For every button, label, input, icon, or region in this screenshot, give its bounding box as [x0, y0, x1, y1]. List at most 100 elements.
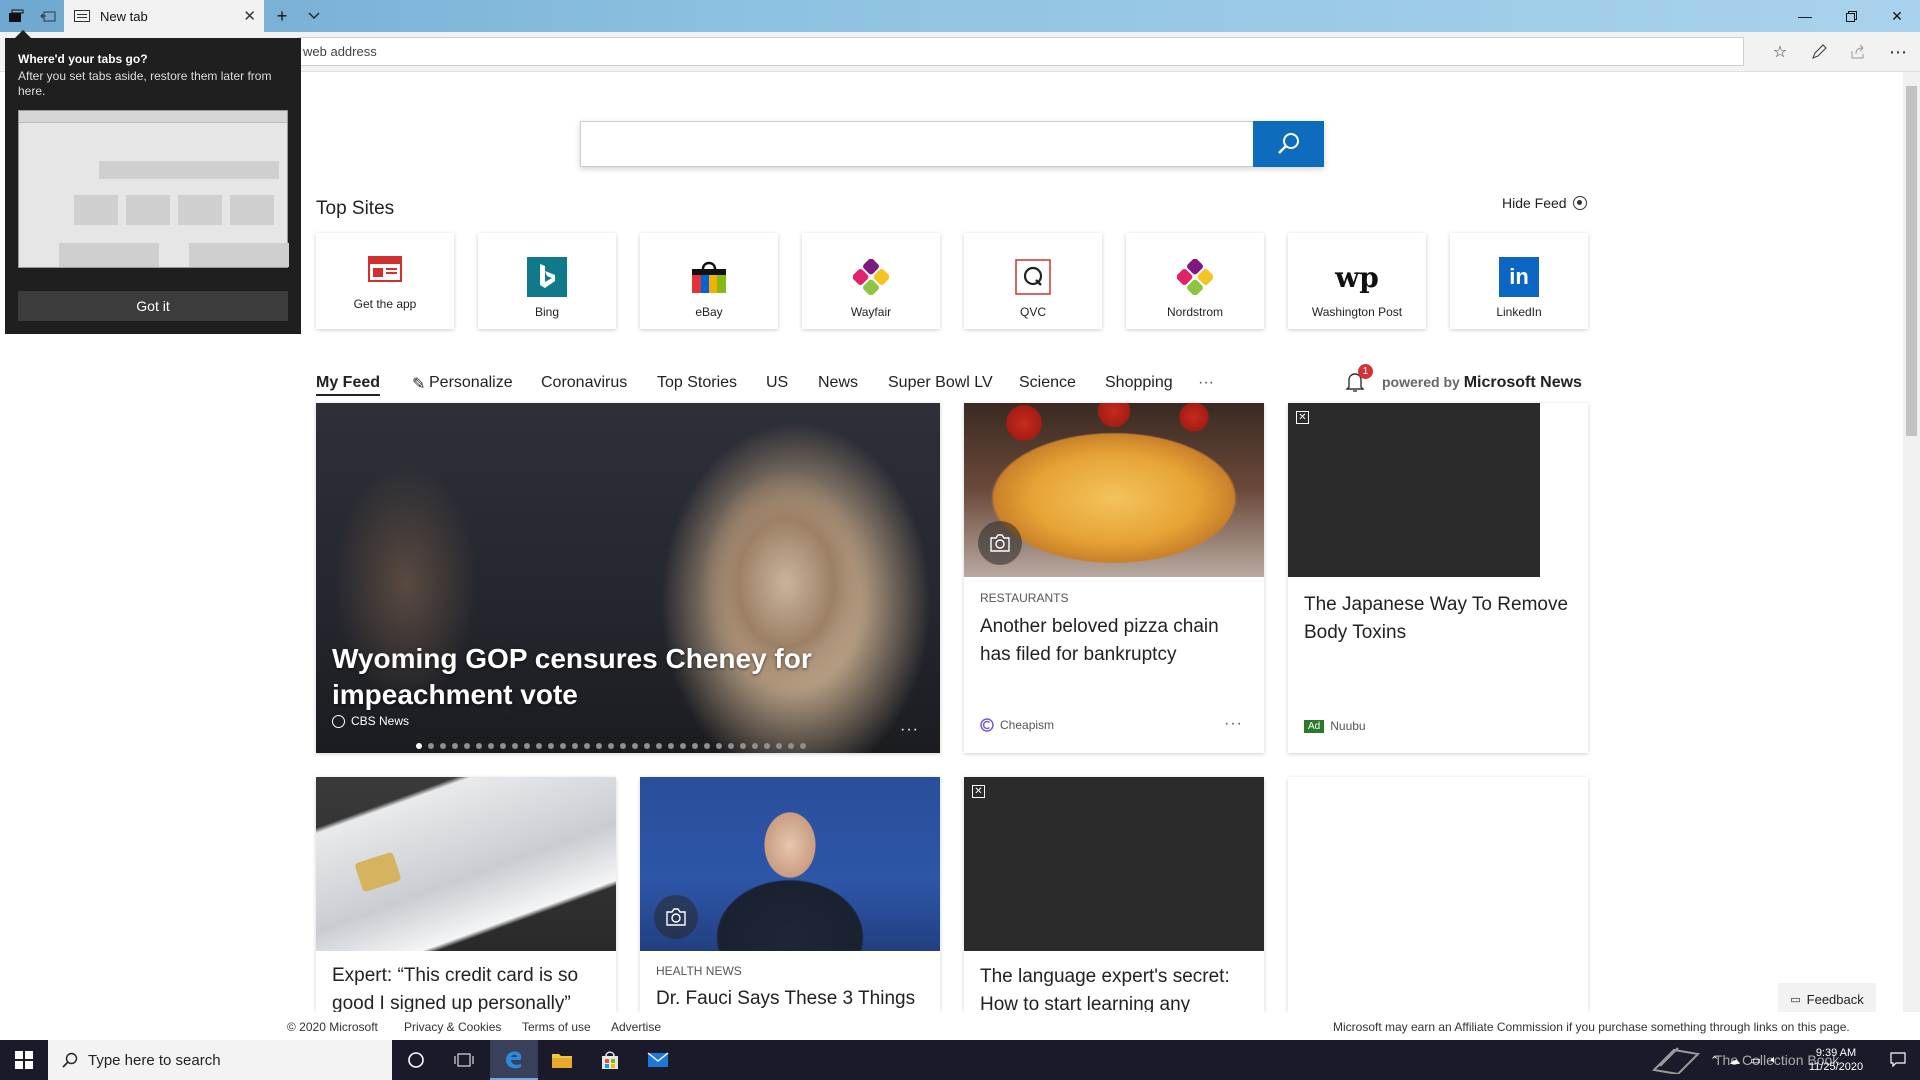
tab-title: New tab — [100, 8, 148, 24]
tab-personalize[interactable]: Personalize — [429, 374, 513, 392]
footer-terms-link[interactable]: Terms of use — [522, 1020, 591, 1034]
fauci-news-card[interactable]: HEALTH NEWS Dr. Fauci Says These 3 Thing… — [640, 777, 940, 1012]
card-chip — [354, 851, 402, 893]
action-center-icon[interactable] — [1878, 1040, 1918, 1080]
favorites-star-icon[interactable]: ☆ — [1768, 40, 1792, 64]
close-window-icon[interactable]: ✕ — [1874, 0, 1920, 32]
watermark-book-icon — [1650, 1044, 1702, 1077]
hero-news-card[interactable]: Wyoming GOP censures Cheney for impeachm… — [316, 403, 940, 753]
tab-news[interactable]: News — [818, 374, 858, 392]
carousel-dots[interactable] — [416, 743, 806, 749]
chevron-up-icon[interactable]: ⌃ — [1710, 1054, 1719, 1067]
tile-label: Bing — [534, 305, 560, 319]
top-site-bing[interactable]: Bing — [478, 233, 616, 329]
edge-taskbar-icon[interactable] — [490, 1040, 538, 1080]
footer-advertise-link[interactable]: Advertise — [611, 1020, 661, 1034]
card-title[interactable]: Expert: “This credit card is so good I s… — [332, 962, 602, 1012]
powered-brand: Microsoft News — [1463, 374, 1582, 391]
clock-date: 11/25/2020 — [1808, 1061, 1864, 1073]
pen-notes-icon[interactable] — [1807, 40, 1831, 64]
tile-label: Washington Post — [1311, 305, 1403, 319]
top-site-linkedin[interactable]: in LinkedIn — [1450, 233, 1588, 329]
cortana-icon[interactable] — [392, 1040, 440, 1080]
address-input[interactable]: web address — [298, 37, 1744, 66]
ad-close-icon[interactable]: ✕ — [1296, 411, 1309, 424]
tab-top-stories[interactable]: Top Stories — [657, 374, 737, 392]
clock[interactable]: 9:39 AM 11/25/2020 — [1796, 1040, 1876, 1080]
tab-us[interactable]: US — [766, 374, 788, 392]
network-icon[interactable]: ▭ — [1750, 1054, 1760, 1067]
restore-icon[interactable] — [1828, 0, 1874, 32]
taskbar-search-box[interactable]: Type here to search — [48, 1040, 392, 1080]
notification-badge: 1 — [1358, 364, 1373, 379]
task-view-icon[interactable] — [440, 1040, 488, 1080]
taskbar-search-placeholder: Type here to search — [88, 1051, 221, 1069]
pizza-news-card[interactable]: RESTAURANTS Another beloved pizza chain … — [964, 403, 1264, 753]
qvc-icon — [1013, 257, 1053, 297]
volume-icon[interactable]: 🔈︎ — [1771, 1054, 1778, 1067]
card-category: RESTAURANTS — [980, 591, 1069, 605]
card-source-label: Nuubu — [1330, 719, 1366, 733]
language-ad-card[interactable]: ✕ The language expert's secret: How to s… — [964, 777, 1264, 1012]
tabs-aside-icon[interactable] — [6, 6, 26, 26]
nordstrom-icon — [1175, 257, 1215, 297]
card-title[interactable]: The Japanese Way To Remove Body Toxins — [1304, 591, 1574, 647]
ad-tag: Ad — [1304, 719, 1325, 733]
footer-privacy-link[interactable]: Privacy & Cookies — [404, 1020, 501, 1034]
top-site-get-the-app[interactable]: Get the app — [316, 233, 454, 329]
card-title[interactable]: Dr. Fauci Says These 3 Things — [656, 985, 926, 1012]
top-site-qvc[interactable]: QVC — [964, 233, 1102, 329]
card-title[interactable]: Another beloved pizza chain has filed fo… — [980, 613, 1250, 669]
got-it-button[interactable]: Got it — [18, 291, 288, 321]
pencil-icon: ✎ — [412, 376, 426, 393]
credit-card-ad[interactable]: Expert: “This credit card is so good I s… — [316, 777, 616, 1012]
tab-coronavirus[interactable]: Coronavirus — [541, 374, 627, 392]
card-title[interactable]: The language expert's secret: How to sta… — [980, 963, 1250, 1012]
top-site-wayfair[interactable]: Wayfair — [802, 233, 940, 329]
card-category: HEALTH NEWS — [656, 964, 742, 978]
tab-shopping[interactable]: Shopping — [1105, 374, 1173, 392]
tab-new-tab[interactable]: New tab ✕ — [64, 0, 264, 32]
more-tabs-button[interactable]: ··· — [1198, 374, 1214, 392]
set-tabs-aside-icon[interactable] — [38, 6, 58, 26]
file-explorer-icon[interactable] — [538, 1040, 586, 1080]
scrollbar-thumb[interactable] — [1906, 86, 1917, 436]
new-tab-plus-icon[interactable]: + — [272, 6, 292, 26]
top-site-nordstrom[interactable]: Nordstrom — [1126, 233, 1264, 329]
feedback-label: Feedback — [1806, 991, 1864, 1007]
more-menu-icon[interactable]: ⋯ — [1886, 40, 1910, 64]
hero-more-button[interactable]: ··· — [900, 721, 919, 739]
linkedin-icon: in — [1499, 257, 1539, 297]
ad-close-icon[interactable]: ✕ — [972, 785, 985, 798]
close-tab-icon[interactable]: ✕ — [243, 7, 256, 25]
page-icon — [74, 10, 90, 22]
camera-icon — [654, 895, 698, 939]
address-placeholder: web address — [303, 44, 377, 59]
tab-super-bowl[interactable]: Super Bowl LV — [888, 374, 993, 392]
page-scrollbar[interactable] — [1903, 72, 1920, 1012]
card-more-button[interactable]: ··· — [1224, 715, 1243, 733]
mail-icon[interactable] — [634, 1040, 682, 1080]
tile-label: Nordstrom — [1166, 305, 1223, 319]
search-button[interactable] — [1253, 121, 1324, 167]
card-source: Cheapism — [980, 718, 1054, 732]
ad-card[interactable]: ✕ The Japanese Way To Remove Body Toxins… — [1288, 403, 1588, 753]
tab-my-feed[interactable]: My Feed — [316, 374, 381, 396]
tab-science[interactable]: Science — [1019, 374, 1076, 392]
flyout-illustration — [18, 110, 289, 268]
windows-start-icon[interactable] — [0, 1040, 48, 1080]
store-icon[interactable] — [586, 1040, 634, 1080]
top-site-ebay[interactable]: eBay — [640, 233, 778, 329]
share-icon[interactable] — [1846, 40, 1870, 64]
feedback-button[interactable]: ▭ Feedback — [1778, 983, 1876, 1015]
minimize-icon[interactable]: — — [1782, 0, 1828, 32]
hide-feed-button[interactable]: Hide Feed — [1502, 195, 1587, 211]
top-site-washington-post[interactable]: wp Washington Post — [1288, 233, 1426, 329]
onedrive-cloud-icon[interactable]: ☁ — [1729, 1054, 1740, 1067]
search-input[interactable] — [580, 121, 1254, 167]
card-source-label: Cheapism — [1000, 718, 1055, 732]
ad-image-placeholder — [964, 777, 1264, 951]
empty-card — [1288, 777, 1588, 1012]
hero-title[interactable]: Wyoming GOP censures Cheney for impeachm… — [332, 641, 892, 713]
tab-preview-chevron-icon[interactable] — [304, 6, 324, 26]
